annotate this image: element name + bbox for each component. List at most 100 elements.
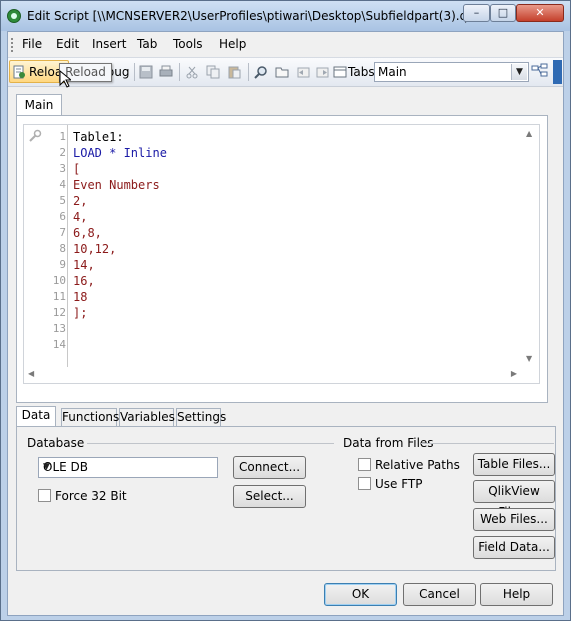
menu-bar: File Edit Insert Tab Tools Help xyxy=(8,32,563,56)
code-line[interactable]: Table1: xyxy=(73,129,167,145)
line-number: 9 xyxy=(59,258,66,271)
reload-script-icon xyxy=(13,65,25,79)
title-bar: Edit Script [\\MCNSERVER2\UserProfiles\p… xyxy=(1,1,570,31)
tab-variables[interactable]: Variables xyxy=(119,408,175,427)
database-select[interactable]: OLE DB ▼ xyxy=(38,457,218,478)
table-files-button[interactable]: Table Files... xyxy=(473,453,555,476)
code-line[interactable]: 6,8, xyxy=(73,225,167,241)
scroll-left-icon[interactable]: ◀ xyxy=(28,369,34,378)
code-line[interactable]: [ xyxy=(73,161,167,177)
tabs-icon[interactable] xyxy=(333,65,347,79)
cancel-button[interactable]: Cancel xyxy=(403,583,476,606)
toolbar-separator xyxy=(179,63,180,81)
tab-settings[interactable]: Settings xyxy=(176,408,226,427)
chevron-down-icon[interactable]: ▼ xyxy=(43,462,212,472)
menu-tab[interactable]: Tab xyxy=(137,37,157,51)
tab-selector-dropdown[interactable]: Main ▼ xyxy=(374,62,529,82)
code-line[interactable] xyxy=(73,337,167,353)
select-button[interactable]: Select... xyxy=(233,485,306,508)
qlikview-file-button[interactable]: QlikView File... xyxy=(473,480,555,519)
save-icon[interactable] xyxy=(139,65,153,79)
tab-data[interactable]: Data xyxy=(16,406,56,428)
scroll-right-icon[interactable]: ▶ xyxy=(511,369,517,378)
tab-tree-icon[interactable] xyxy=(531,63,549,79)
line-number: 5 xyxy=(59,194,66,207)
code-line[interactable]: Even Numbers xyxy=(73,177,167,193)
data-from-files-label: Data from Files xyxy=(343,436,434,450)
menu-insert[interactable]: Insert xyxy=(92,37,126,51)
gutter-divider xyxy=(67,125,68,367)
scroll-up-icon[interactable]: ▲ xyxy=(526,129,532,138)
menu-grip-handle[interactable] xyxy=(11,38,15,52)
script-code[interactable]: Table1: LOAD * Inline[Even Numbers 2, 4, 6,8… xyxy=(73,129,167,353)
tab-right-icon[interactable] xyxy=(316,65,330,79)
lower-tab-strip: Data Functions Variables Settings xyxy=(16,406,556,428)
line-number: 4 xyxy=(59,178,66,191)
minimize-button[interactable]: – xyxy=(463,4,490,22)
line-number: 12 xyxy=(52,306,66,319)
force-32-bit-checkbox[interactable]: Force 32 Bit xyxy=(38,489,127,503)
wrench-icon xyxy=(29,129,42,142)
script-editor-frame: 1 2 3 4 5 6 7 8 9 10 11 12 13 14 Table1: LOAD * Inline… xyxy=(16,115,548,403)
line-number: 3 xyxy=(59,162,66,175)
code-line[interactable]: ]; xyxy=(73,305,167,321)
code-line[interactable] xyxy=(73,321,167,337)
dialog-client-area: File Edit Insert Tab Tools Help Reload D… xyxy=(7,31,564,616)
edit-script-window: Edit Script [\\MCNSERVER2\UserProfiles\p… xyxy=(0,0,571,621)
line-number: 13 xyxy=(52,322,66,335)
use-ftp-checkbox[interactable]: Use FTP xyxy=(358,477,423,491)
ok-button[interactable]: OK xyxy=(324,583,397,606)
mouse-pointer-icon xyxy=(59,70,71,88)
cut-icon[interactable] xyxy=(185,65,199,79)
toolbar-separator xyxy=(134,63,135,81)
toolbar-overflow-chevron-icon[interactable] xyxy=(553,60,562,84)
tab-main[interactable]: Main xyxy=(16,94,62,116)
line-number: 2 xyxy=(59,146,66,159)
close-button[interactable]: ✕ xyxy=(516,4,564,22)
line-number: 1 xyxy=(59,130,66,143)
tab-functions[interactable]: Functions xyxy=(61,408,119,427)
chevron-down-icon[interactable]: ▼ xyxy=(511,64,527,80)
database-group-line xyxy=(87,443,334,444)
tab-left-icon[interactable] xyxy=(296,65,310,79)
line-number: 10 xyxy=(52,274,66,287)
relative-paths-label: Relative Paths xyxy=(375,458,460,472)
paste-icon[interactable] xyxy=(227,65,241,79)
code-line[interactable]: LOAD * Inline xyxy=(73,145,167,161)
code-line[interactable]: 14, xyxy=(73,257,167,273)
horizontal-scrollbar[interactable]: ◀ ▶ xyxy=(26,367,521,381)
folder-icon[interactable] xyxy=(275,65,289,79)
help-button[interactable]: Help xyxy=(480,583,553,606)
checkbox-box[interactable] xyxy=(358,477,371,490)
line-number: 7 xyxy=(59,226,66,239)
code-line[interactable]: 18 xyxy=(73,289,167,305)
code-line[interactable]: 10,12, xyxy=(73,241,167,257)
vertical-scrollbar[interactable]: ▲ ▼ xyxy=(523,127,537,365)
menu-edit[interactable]: Edit xyxy=(56,37,79,51)
connect-button[interactable]: Connect... xyxy=(233,456,306,479)
menu-tools[interactable]: Tools xyxy=(173,37,203,51)
search-icon[interactable] xyxy=(254,65,268,79)
line-number: 8 xyxy=(59,242,66,255)
script-editor[interactable]: 1 2 3 4 5 6 7 8 9 10 11 12 13 14 Table1: LOAD * Inline… xyxy=(23,124,540,384)
force-32-bit-label: Force 32 Bit xyxy=(55,489,127,503)
relative-paths-checkbox[interactable]: Relative Paths xyxy=(358,458,460,472)
line-number-gutter: 1 2 3 4 5 6 7 8 9 10 11 12 13 14 xyxy=(44,129,66,353)
web-files-button[interactable]: Web Files... xyxy=(473,508,555,531)
field-data-button[interactable]: Field Data... xyxy=(473,536,555,559)
scroll-down-icon[interactable]: ▼ xyxy=(526,354,532,363)
tab-selector-value: Main xyxy=(378,65,407,79)
copy-icon[interactable] xyxy=(206,65,220,79)
code-line[interactable]: 16, xyxy=(73,273,167,289)
data-panel: Database OLE DB ▼ Connect... Select... F… xyxy=(16,426,556,571)
maximize-button[interactable]: □ xyxy=(490,4,516,22)
use-ftp-label: Use FTP xyxy=(375,477,423,491)
menu-help[interactable]: Help xyxy=(219,37,246,51)
checkbox-box[interactable] xyxy=(38,489,51,502)
data-from-files-line xyxy=(421,443,554,444)
checkbox-box[interactable] xyxy=(358,458,371,471)
menu-file[interactable]: File xyxy=(22,37,42,51)
print-icon[interactable] xyxy=(159,65,173,79)
code-line[interactable]: 2, xyxy=(73,193,167,209)
code-line[interactable]: 4, xyxy=(73,209,167,225)
